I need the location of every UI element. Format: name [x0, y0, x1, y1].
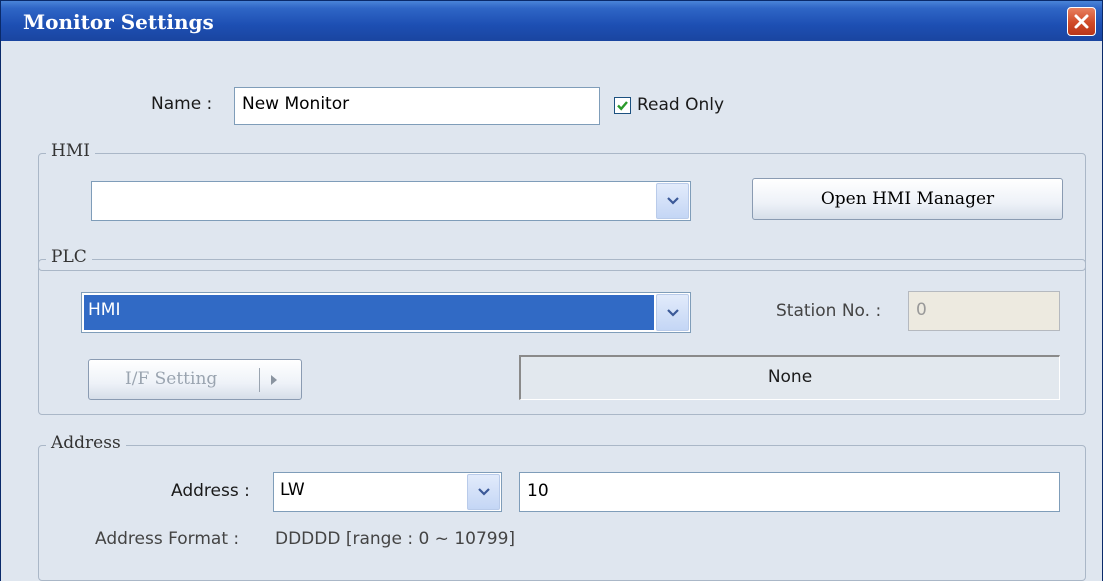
title-bar[interactable]: Monitor Settings	[1, 1, 1102, 41]
close-button[interactable]	[1067, 7, 1096, 36]
station-no-label: Station No. :	[776, 301, 882, 321]
address-type-select[interactable]: LW	[273, 472, 502, 512]
address-type-value: LW	[280, 480, 305, 500]
close-icon	[1074, 14, 1089, 29]
name-input[interactable]: New Monitor	[234, 87, 600, 125]
open-hmi-manager-button[interactable]: Open HMI Manager	[752, 178, 1063, 220]
read-only-checkbox[interactable]	[614, 97, 631, 114]
check-icon	[617, 101, 628, 111]
plc-select-value: HMI	[88, 300, 121, 320]
chevron-down-icon	[667, 308, 679, 317]
if-setting-label: I/F Setting	[125, 369, 218, 389]
chevron-down-icon	[667, 197, 679, 205]
plc-select-highlight: HMI	[84, 295, 654, 330]
plc-dropdown-button[interactable]	[656, 294, 689, 331]
address-format-value: DDDDD [range : 0 ~ 10799]	[275, 529, 516, 549]
address-type-dropdown-button[interactable]	[467, 474, 500, 510]
address-label: Address :	[171, 481, 250, 501]
interface-info-box: None	[519, 355, 1060, 400]
name-label: Name :	[151, 94, 213, 114]
split-divider	[259, 368, 260, 392]
station-no-input: 0	[908, 291, 1060, 331]
plc-group-legend: PLC	[46, 247, 92, 267]
read-only-label: Read Only	[637, 95, 725, 115]
hmi-group-legend: HMI	[46, 141, 95, 161]
monitor-settings-dialog: Monitor Settings Name : New Monitor Read…	[0, 0, 1103, 581]
if-setting-button[interactable]: I/F Setting	[88, 359, 302, 400]
plc-select[interactable]: HMI	[81, 292, 691, 333]
dialog-body: Name : New Monitor Read Only HMI Open HM…	[1, 41, 1102, 581]
chevron-down-icon	[478, 488, 490, 496]
address-format-label: Address Format :	[95, 529, 240, 549]
name-value: New Monitor	[242, 94, 350, 114]
window-title: Monitor Settings	[23, 10, 214, 34]
address-group	[38, 445, 1086, 581]
address-group-legend: Address	[46, 433, 126, 453]
play-arrow-icon[interactable]	[270, 375, 278, 385]
address-value: 10	[527, 481, 549, 501]
station-no-value: 0	[916, 300, 927, 320]
address-input[interactable]: 10	[519, 472, 1060, 512]
hmi-dropdown-button[interactable]	[656, 183, 689, 219]
hmi-select[interactable]	[91, 181, 691, 221]
